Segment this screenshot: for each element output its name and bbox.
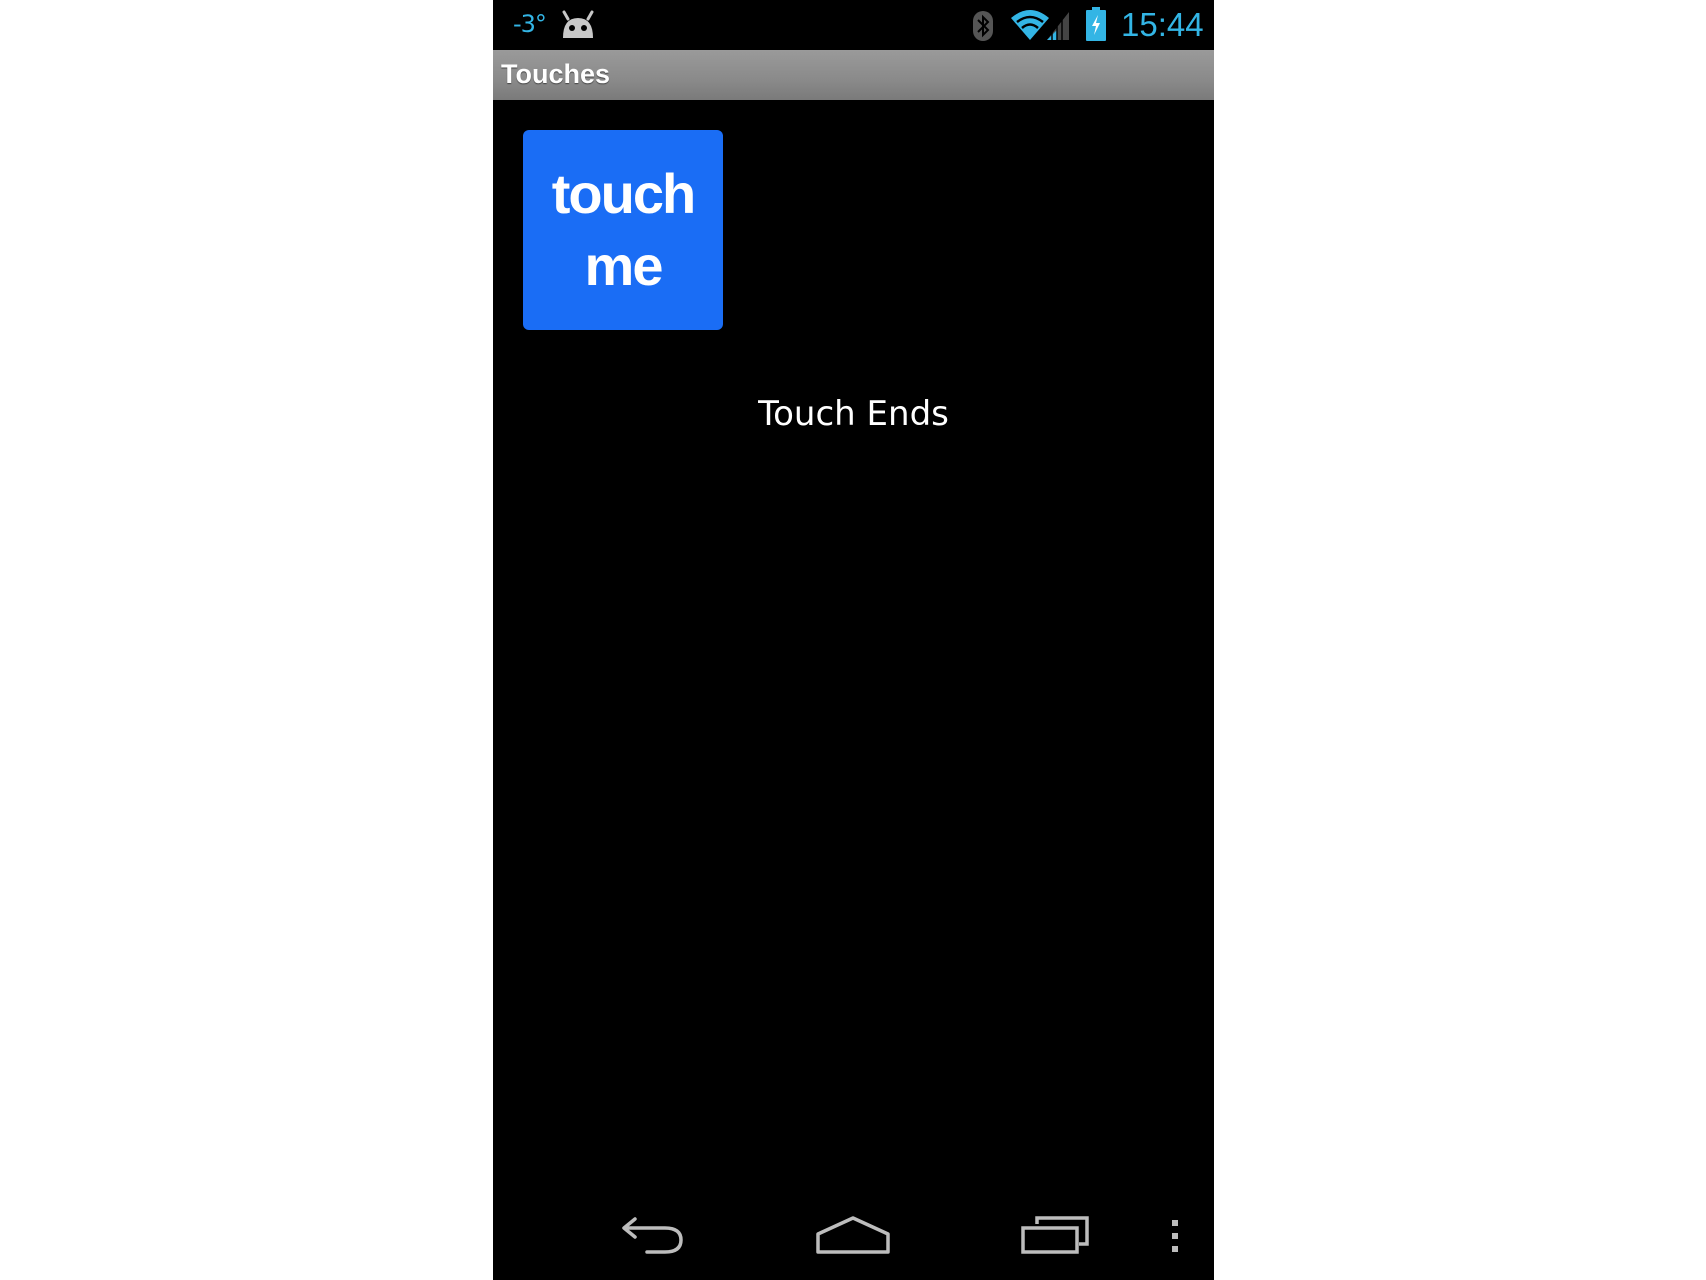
overflow-menu-icon[interactable] (1169, 1218, 1181, 1254)
app-title: Touches (501, 59, 611, 89)
android-icon (562, 10, 594, 38)
touch-status-label: Touch Ends (758, 394, 949, 434)
status-clock: 15:44 (1121, 6, 1204, 43)
back-icon[interactable] (619, 1216, 689, 1256)
bluetooth-icon (973, 11, 993, 41)
touch-me-button-line1: touch (551, 162, 696, 225)
signal-icon (1047, 12, 1069, 40)
touch-me-button-line2: me (584, 234, 664, 297)
battery-charging-icon (1086, 7, 1106, 41)
home-icon[interactable] (815, 1214, 891, 1256)
touch-me-button[interactable]: touch me (523, 130, 723, 330)
action-bar: Touches (493, 50, 1214, 100)
status-bar: -3° 15:44 (493, 0, 1214, 50)
weather-temperature: -3° (513, 10, 547, 38)
phone-screen: -3° 15:44 Touches touch me Touch Ends (493, 0, 1214, 1280)
recent-apps-icon[interactable] (1019, 1214, 1091, 1256)
navigation-bar (493, 1200, 1214, 1280)
